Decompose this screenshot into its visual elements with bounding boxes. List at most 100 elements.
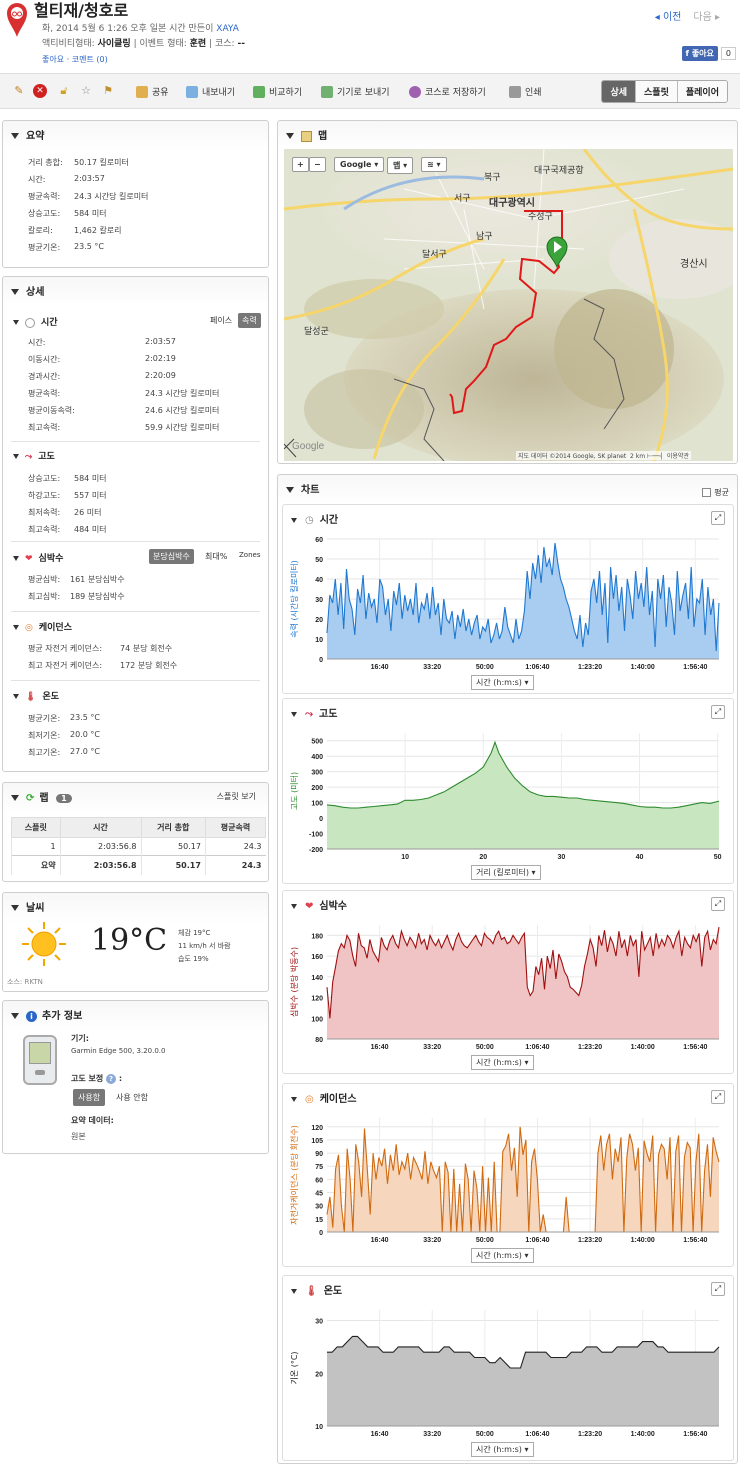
average-toggle[interactable]: 평균 [702, 487, 729, 498]
next-link[interactable]: 다음 ▸ [693, 12, 720, 23]
y-tick-label: 75 [315, 1164, 323, 1171]
x-tick-label: 1:06:40 [525, 1431, 549, 1438]
not-use-toggle[interactable]: 사용 안함 [111, 1089, 153, 1106]
details-header[interactable]: 상세 [11, 283, 44, 298]
x-axis-select[interactable]: 거리 (킬로미터) ▾ [471, 865, 541, 880]
view-player-tab[interactable]: 플레이어 [676, 81, 727, 102]
charts-header[interactable]: 차트 [286, 481, 319, 496]
x-tick-label: 1:06:40 [525, 664, 549, 671]
time-section-header[interactable]: 시간 [13, 315, 58, 328]
x-axis-select[interactable]: 시간 (h:m:s) ▾ [471, 675, 534, 690]
average-checkbox[interactable] [702, 488, 712, 497]
map-canvas[interactable]: 대구광역시 대구국제공항 북구 서구 남구 수성구 달서구 경산시 달성군 Go… [284, 149, 733, 461]
y-tick-label: 200 [311, 785, 323, 792]
x-axis-select[interactable]: 시간 (h:m:s) ▾ [471, 1442, 534, 1457]
summary-label: 평균기온: [28, 243, 61, 252]
temp-section-header[interactable]: 🌡︎ 온도 [13, 689, 59, 702]
comment-link[interactable]: 코멘트 (0) [72, 55, 108, 64]
info-header[interactable]: i 추가 정보 [11, 1007, 82, 1022]
zoom-in-button[interactable]: + [292, 157, 309, 172]
use-toggle[interactable]: 사용함 [73, 1089, 106, 1106]
laps-header[interactable]: ⟳ 랩 1 [11, 789, 72, 804]
activity-title[interactable]: 헐티재/청호로 [34, 0, 128, 21]
activity-type-value[interactable]: 사이클링 [98, 39, 131, 49]
print-button[interactable]: 인쇄 [509, 85, 542, 98]
y-tick-label: 15 [315, 1217, 323, 1224]
speed-toggle[interactable]: 속력 [238, 313, 261, 328]
x-tick-label: 50 [714, 854, 722, 861]
help-icon[interactable]: ? [106, 1074, 117, 1084]
y-tick-label: 60 [315, 537, 323, 544]
hr-section-header[interactable]: ❤ 심박수 [13, 551, 63, 564]
toolbar: ✎ ✕ 🔓︎ ☆ ⚑ 공유 내보내기 비교하기 기기로 보내기 코스로 저장하기… [0, 73, 740, 109]
view-detail-tab[interactable]: 상세 [602, 81, 636, 102]
table-row[interactable]: 1 2:03:56.8 50.17 24.3 [11, 837, 266, 856]
map-header[interactable]: 맵 [286, 127, 327, 142]
bpm-toggle[interactable]: 분당심박수 [149, 549, 194, 564]
share-button[interactable]: 공유 [136, 85, 169, 98]
speed-chart[interactable]: 0 10 20 30 40 50 60 16:40 33:20 50:00 1:06:40 1:23:… [283, 505, 735, 695]
summary-panel: 요약 거리 총합: 50.17 킬로미터 시간: 2:03:57 평균속력: 24.3… [2, 120, 269, 268]
lock-icon[interactable]: 🔓︎ [57, 84, 71, 98]
y-tick-label: 20 [315, 617, 323, 624]
summary-value: 24.3 시간당 킬로미터 [74, 192, 149, 201]
star-icon[interactable]: ☆ [79, 84, 93, 98]
compare-button[interactable]: 비교하기 [253, 85, 302, 98]
cadence-chart[interactable]: 0 15 30 45 60 75 90 105 120 16:40 33:20 50:00 1:06:4… [283, 1084, 735, 1268]
weather-panel: 날씨 19°C 체감 19°C 11 km/h 서 바람 습도 19% 소스: RK… [2, 892, 269, 992]
delete-icon[interactable]: ✕ [33, 84, 47, 98]
zones-toggle[interactable]: Zones [235, 549, 264, 561]
y-tick-label: 120 [311, 1125, 323, 1132]
summary-label: 평균속력: [28, 192, 61, 201]
device-image [23, 1035, 57, 1085]
layers-button[interactable]: ≋ ▾ [421, 157, 447, 172]
temperature-chart[interactable]: 10 20 30 16:40 33:20 50:00 1:06:40 1:23:20 1:40:… [283, 1276, 735, 1462]
max-percent-toggle[interactable]: 최대% [201, 549, 231, 564]
save-course-button[interactable]: 코스로 저장하기 [409, 85, 486, 98]
elevation-chart[interactable]: -200 -100 0 100 200 300 400 500 10 20 30 40 50 고도 (미터… [283, 699, 735, 885]
elevation-icon: ⤳ [25, 452, 33, 462]
map-label-city: 대구광역시 [489, 196, 535, 209]
series-area [327, 1126, 719, 1232]
event-type-value[interactable]: 훈련 [190, 39, 207, 49]
details-panel: 상세 시간 페이스 속력 시간: 2:03:57 이동시간: 2:02:19 경과시… [2, 276, 269, 772]
y-tick-label: 10 [315, 1424, 323, 1431]
pace-toggle[interactable]: 페이스 [206, 313, 236, 328]
view-splits-tab[interactable]: 스플릿 [635, 81, 677, 102]
summary-value: 23.5 °C [74, 242, 104, 251]
like-link[interactable]: 좋아요 [42, 55, 64, 64]
x-tick-label: 1:23:20 [578, 1237, 602, 1244]
summary-value: 584 미터 [74, 209, 107, 218]
x-axis-select[interactable]: 시간 (h:m:s) ▾ [471, 1055, 534, 1070]
y-tick-label: 100 [311, 801, 323, 808]
edit-icon[interactable]: ✎ [12, 84, 26, 98]
y-tick-label: 90 [315, 1151, 323, 1158]
print-icon [509, 85, 521, 98]
summary-value: 1,462 칼로리 [74, 226, 122, 235]
cadence-section-header[interactable]: ◎ 케이던스 [13, 620, 72, 633]
x-tick-label: 33:20 [423, 664, 441, 671]
y-tick-label: 300 [311, 770, 323, 777]
heart-rate-chart[interactable]: 80 100 120 140 160 180 16:40 33:20 50:00 1:06:40 1… [283, 891, 735, 1075]
summary-data-label: 요약 데이터: [71, 1116, 114, 1125]
y-tick-label: 0 [319, 1230, 323, 1237]
zoom-out-button[interactable]: − [309, 157, 326, 172]
map-provider-select[interactable]: Google ▾ [334, 157, 385, 172]
weather-header[interactable]: 날씨 [11, 899, 44, 914]
course-icon [409, 85, 421, 98]
send-to-device-button[interactable]: 기기로 보내기 [321, 85, 390, 98]
badge-icon[interactable]: ⚑ [101, 84, 115, 98]
x-tick-label: 16:40 [371, 1431, 389, 1438]
x-tick-label: 1:40:00 [631, 1044, 655, 1051]
prev-link[interactable]: ◂ 이전 [655, 12, 682, 23]
x-axis-select[interactable]: 시간 (h:m:s) ▾ [471, 1248, 534, 1263]
elevation-section-header[interactable]: ⤳ 고도 [13, 449, 55, 462]
fb-like-button[interactable]: f 좋아요 [681, 46, 718, 61]
author-link[interactable]: XAYA [216, 24, 239, 34]
view-splits-link[interactable]: 스플릿 보기 [217, 791, 256, 802]
summary-value: 50.17 킬로미터 [74, 158, 129, 167]
export-button[interactable]: 내보내기 [186, 85, 235, 98]
laps-table: 스플릿 시간 거리 총합 평균속력 1 2:03:56.8 50.17 24.3 요약 2:0… [11, 817, 267, 875]
summary-header[interactable]: 요약 [11, 127, 44, 142]
map-type-select[interactable]: 맵 ▾ [387, 157, 414, 174]
